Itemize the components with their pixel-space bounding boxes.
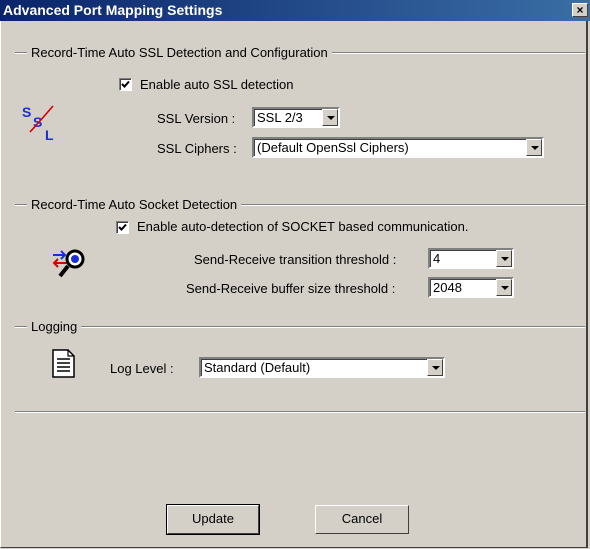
chevron-down-icon[interactable]: [496, 250, 512, 267]
transition-threshold-select[interactable]: 4: [428, 248, 514, 269]
enable-socket-label[interactable]: Enable auto-detection of SOCKET based co…: [137, 219, 468, 234]
transition-threshold-value: 4: [433, 251, 441, 266]
window-title: Advanced Port Mapping Settings: [3, 2, 223, 18]
ssl-ciphers-select[interactable]: (Default OpenSsl Ciphers): [252, 137, 544, 158]
checkmark-icon: [121, 80, 130, 88]
ssl-version-label: SSL Version :: [157, 111, 236, 126]
log-level-value: Standard (Default): [204, 360, 311, 375]
bottom-separator: [15, 411, 585, 413]
socket-group-title: Record-Time Auto Socket Detection: [27, 197, 242, 212]
buffer-threshold-value: 2048: [433, 280, 462, 295]
buffer-threshold-select[interactable]: 2048: [428, 277, 514, 298]
title-bar: Advanced Port Mapping Settings ×: [0, 0, 590, 21]
checkmark-icon: [118, 223, 127, 231]
svg-text:S: S: [22, 104, 31, 120]
chevron-down-icon[interactable]: [322, 109, 338, 126]
ssl-version-select[interactable]: SSL 2/3: [252, 107, 340, 128]
enable-socket-checkbox[interactable]: [116, 221, 129, 234]
buffer-threshold-label: Send-Receive buffer size threshold :: [186, 281, 396, 296]
update-button[interactable]: Update: [166, 504, 260, 535]
close-button[interactable]: ×: [572, 3, 588, 17]
logging-group-title: Logging: [27, 319, 82, 334]
enable-ssl-checkbox[interactable]: [119, 78, 132, 91]
chevron-down-icon[interactable]: [427, 359, 443, 376]
ssl-ciphers-value: (Default OpenSsl Ciphers): [257, 140, 409, 155]
ssl-version-value: SSL 2/3: [257, 110, 303, 125]
svg-text:L: L: [45, 127, 54, 143]
cancel-button[interactable]: Cancel: [315, 505, 409, 534]
ssl-ciphers-label: SSL Ciphers :: [157, 141, 237, 156]
document-icon: [52, 349, 75, 378]
ssl-group-title: Record-Time Auto SSL Detection and Confi…: [27, 45, 332, 60]
transition-threshold-label: Send-Receive transition threshold :: [194, 252, 397, 267]
enable-ssl-label[interactable]: Enable auto SSL detection: [140, 77, 293, 92]
socket-detect-icon: [52, 249, 85, 278]
ssl-logo-icon: S S L: [22, 104, 54, 143]
log-level-select[interactable]: Standard (Default): [199, 357, 445, 378]
chevron-down-icon[interactable]: [526, 139, 542, 156]
dialog-body: Record-Time Auto SSL Detection and Confi…: [0, 21, 588, 548]
chevron-down-icon[interactable]: [496, 279, 512, 296]
log-level-label: Log Level :: [110, 361, 174, 376]
